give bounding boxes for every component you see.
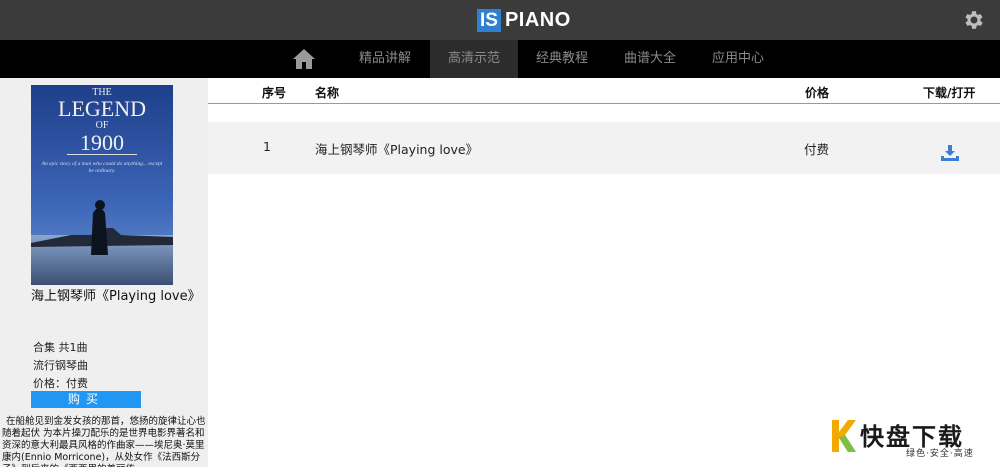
album-title: 海上钢琴师《Playing love》 [31, 289, 201, 304]
logo-text: PIANO [504, 8, 571, 31]
nav-bar: 精品讲解 高清示范 经典教程 曲谱大全 应用中心 [0, 40, 1000, 78]
nav-item-hd-demo[interactable]: 高清示范 [430, 40, 518, 78]
table-header: 序号 名称 价格 下载/打开 [208, 78, 1000, 104]
gear-icon[interactable] [962, 8, 986, 32]
header-index: 序号 [262, 86, 287, 100]
download-icon[interactable] [941, 145, 959, 161]
row-index: 1 [263, 139, 271, 154]
cover-title-year: 1900 [67, 132, 137, 155]
watermark-k-icon [832, 420, 856, 452]
top-bar: IS PIANO [0, 0, 1000, 40]
watermark-logo: 快盘下载 绿色·安全·高速 [830, 415, 1000, 461]
row-name[interactable]: 海上钢琴师《Playing love》 [315, 139, 478, 158]
nav-item-app-center[interactable]: 应用中心 [698, 40, 778, 78]
album-cover: THE LEGEND OF 1900 An epic story of a ma… [31, 85, 173, 285]
album-category: 流行钢琴曲 [33, 359, 88, 372]
album-collection: 合集 共1曲 [33, 341, 88, 354]
nav-item-featured[interactable]: 精品讲解 [345, 40, 425, 78]
header-download: 下载/打开 [923, 86, 976, 100]
table-row[interactable]: 1 海上钢琴师《Playing love》 付费 [208, 122, 1000, 174]
album-price: 价格：付费 [33, 377, 88, 390]
main-content: 序号 名称 价格 下载/打开 1 海上钢琴师《Playing love》 付费 [208, 78, 1000, 467]
cover-tagline: An epic story of a man who could do anyt… [41, 161, 163, 174]
nav-item-sheet-music[interactable]: 曲谱大全 [610, 40, 690, 78]
sidebar: THE LEGEND OF 1900 An epic story of a ma… [0, 78, 208, 467]
watermark-subtitle: 绿色·安全·高速 [906, 449, 974, 459]
buy-button[interactable]: 购买 [31, 391, 141, 408]
cover-title-legend: LEGEND [58, 96, 146, 121]
nav-item-tutorials[interactable]: 经典教程 [522, 40, 602, 78]
header-price: 价格 [805, 86, 830, 100]
album-description: 在船舱见到金发女孩的那首，悠扬的旋律让心也随着起伏 为本片操刀配乐的是世界电影界… [2, 416, 206, 467]
header-name: 名称 [315, 86, 340, 100]
logo-box: IS [477, 8, 501, 32]
row-price: 付费 [804, 142, 830, 157]
app-logo[interactable]: IS PIANO [477, 8, 571, 32]
home-icon[interactable] [292, 48, 316, 70]
